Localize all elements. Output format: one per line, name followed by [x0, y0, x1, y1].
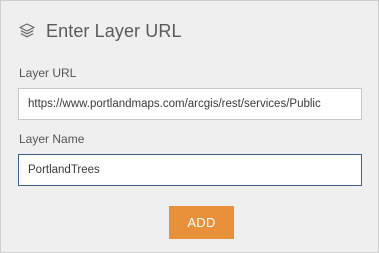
add-button[interactable]: ADD: [169, 206, 234, 239]
layer-url-label: Layer URL: [19, 66, 77, 80]
panel-header: Enter Layer URL: [18, 19, 182, 43]
layer-name-label: Layer Name: [19, 132, 85, 146]
enter-layer-url-panel: Enter Layer URL Layer URL Layer Name ADD: [0, 0, 379, 253]
layers-icon: [18, 22, 36, 40]
layer-name-input[interactable]: [18, 154, 362, 186]
panel-title: Enter Layer URL: [46, 20, 182, 41]
layer-url-input[interactable]: [18, 88, 362, 120]
